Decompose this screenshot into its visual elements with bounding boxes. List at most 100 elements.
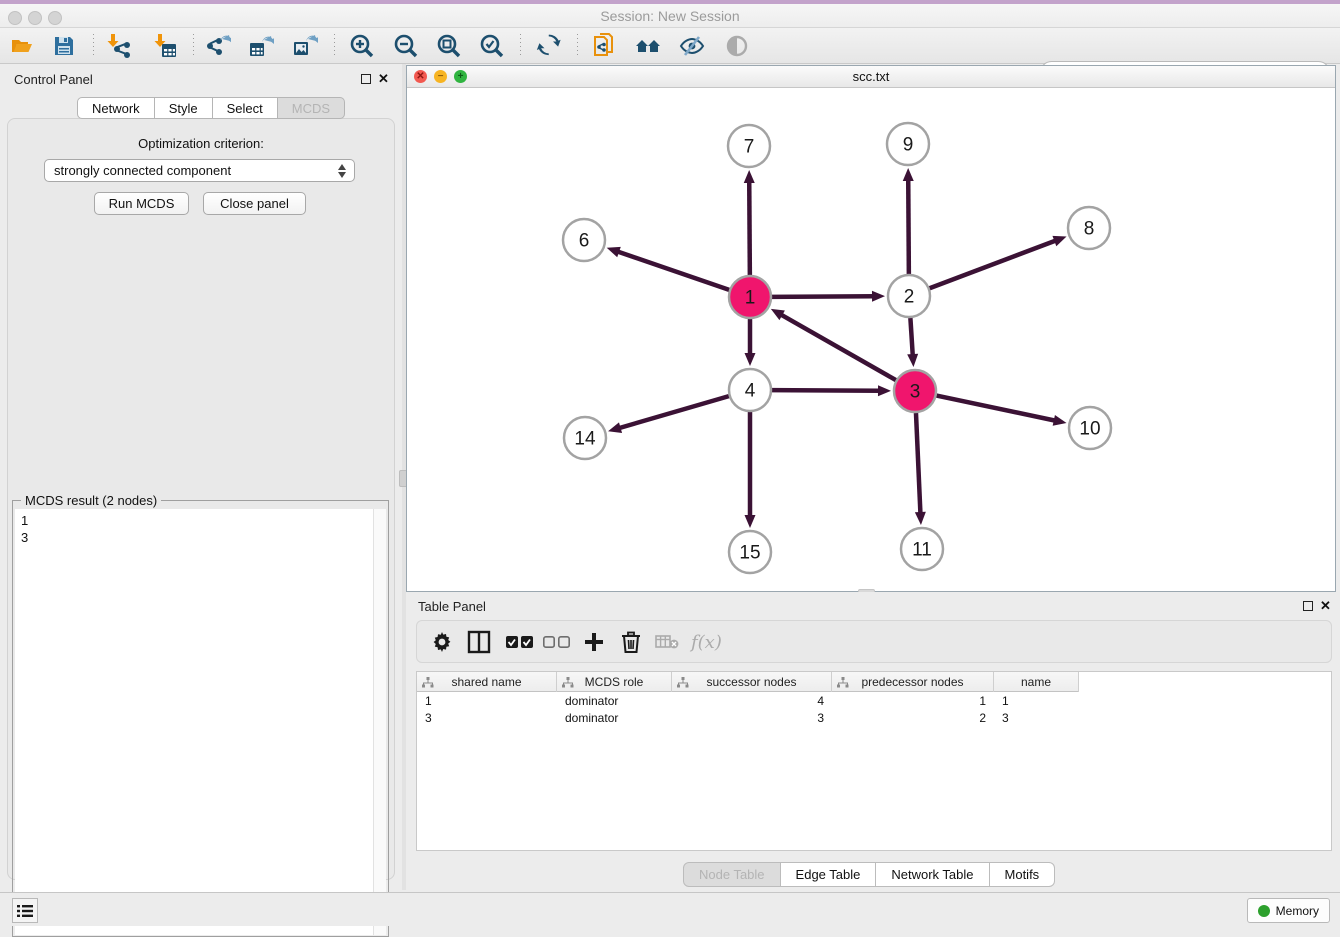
dropdown-value: strongly connected component xyxy=(54,163,231,178)
zoom-out-icon[interactable] xyxy=(393,33,419,59)
split-columns-icon[interactable] xyxy=(467,629,491,655)
table-cell[interactable]: 3 xyxy=(672,710,832,727)
graph-edge-2-3[interactable] xyxy=(910,318,912,356)
tab-edge-table[interactable]: Edge Table xyxy=(781,862,877,887)
tab-network-table[interactable]: Network Table xyxy=(876,862,989,887)
graph-node-4[interactable]: 4 xyxy=(729,369,771,411)
close-panel-button[interactable]: Close panel xyxy=(203,192,306,215)
save-session-icon[interactable] xyxy=(51,33,77,59)
graph-edge-4-14[interactable] xyxy=(619,396,729,428)
add-column-icon[interactable] xyxy=(583,629,605,655)
import-network-icon[interactable] xyxy=(105,33,131,59)
graph-edge-arrowhead xyxy=(1052,236,1066,246)
graph-node-3[interactable]: 3 xyxy=(894,370,936,412)
svg-text:9: 9 xyxy=(903,135,914,156)
node-table[interactable]: shared nameMCDS rolesuccessor nodesprede… xyxy=(416,671,1332,851)
table-cell[interactable]: 2 xyxy=(832,710,994,727)
graph-node-2[interactable]: 2 xyxy=(888,275,930,317)
graph-edge-3-11[interactable] xyxy=(916,413,920,514)
mcds-result-text[interactable]: 1 3 xyxy=(15,509,375,935)
graph-edge-4-3[interactable] xyxy=(772,390,880,391)
table-cell[interactable]: 1 xyxy=(994,693,1079,710)
graph-node-8[interactable]: 8 xyxy=(1068,207,1110,249)
status-bar: Memory xyxy=(0,892,1340,926)
graph-node-10[interactable]: 10 xyxy=(1069,407,1111,449)
table-row[interactable]: 3dominator323 xyxy=(417,710,1079,727)
graph-edge-3-1[interactable] xyxy=(780,314,895,380)
clone-network-icon[interactable] xyxy=(591,33,617,59)
select-all-icon[interactable] xyxy=(505,629,535,655)
graph-node-14[interactable]: 14 xyxy=(564,417,606,459)
table-row[interactable]: 1dominator411 xyxy=(417,693,1079,710)
export-network-icon[interactable] xyxy=(205,33,231,59)
graph-node-7[interactable]: 7 xyxy=(728,125,770,167)
close-panel-icon[interactable]: ✕ xyxy=(378,73,389,85)
table-panel: Table Panel ✕ xyxy=(406,592,1340,890)
table-cell[interactable]: 1 xyxy=(832,693,994,710)
network-close-button[interactable]: ✕ xyxy=(414,70,427,83)
float-panel-icon[interactable] xyxy=(361,74,371,84)
delete-column-icon[interactable] xyxy=(620,629,642,655)
graph-edge-arrowhead xyxy=(915,512,926,525)
first-neighbors-icon[interactable] xyxy=(635,33,661,59)
graph-node-15[interactable]: 15 xyxy=(729,531,771,573)
gear-icon[interactable] xyxy=(431,629,453,655)
graph-edge-3-10[interactable] xyxy=(937,396,1056,421)
column-header-predecessor-nodes[interactable]: predecessor nodes xyxy=(832,672,994,692)
graph-edge-1-7[interactable] xyxy=(749,181,750,275)
graph-node-6[interactable]: 6 xyxy=(563,219,605,261)
column-header-name[interactable]: name xyxy=(994,672,1079,692)
column-header-shared-name[interactable]: shared name xyxy=(417,672,557,692)
svg-text:4: 4 xyxy=(745,381,756,402)
deselect-all-icon[interactable] xyxy=(542,629,572,655)
graph-node-9[interactable]: 9 xyxy=(887,123,929,165)
toolbar-separator xyxy=(193,34,194,58)
tab-style[interactable]: Style xyxy=(155,97,213,119)
tab-node-table[interactable]: Node Table xyxy=(683,862,781,887)
delete-table-icon[interactable] xyxy=(655,629,679,655)
memory-button[interactable]: Memory xyxy=(1247,898,1330,923)
task-history-button[interactable] xyxy=(12,898,38,923)
run-mcds-button[interactable]: Run MCDS xyxy=(94,192,189,215)
table-cell[interactable]: dominator xyxy=(557,710,672,727)
graph-node-1[interactable]: 1 xyxy=(729,276,771,318)
network-minimize-button[interactable]: − xyxy=(434,70,447,83)
column-header-MCDS-role[interactable]: MCDS role xyxy=(557,672,672,692)
network-canvas[interactable]: 1 2 3 4 6 7 8 9 10 11 14 15 xyxy=(407,88,1335,591)
network-graph[interactable]: 1 2 3 4 6 7 8 9 10 11 14 15 xyxy=(407,88,1335,591)
table-close-icon[interactable]: ✕ xyxy=(1320,600,1331,612)
import-table-icon[interactable] xyxy=(152,33,178,59)
graph-node-11[interactable]: 11 xyxy=(901,528,943,570)
export-image-icon[interactable] xyxy=(292,33,318,59)
table-cell[interactable]: 1 xyxy=(417,693,557,710)
export-table-icon[interactable] xyxy=(248,33,274,59)
table-cell[interactable]: 4 xyxy=(672,693,832,710)
zoom-fit-icon[interactable] xyxy=(436,33,462,59)
mcds-result-scrollbar[interactable] xyxy=(373,509,386,935)
tab-motifs[interactable]: Motifs xyxy=(990,862,1056,887)
optimization-criterion-dropdown[interactable]: strongly connected component xyxy=(44,159,355,182)
table-cell[interactable]: 3 xyxy=(994,710,1079,727)
tab-mcds[interactable]: MCDS xyxy=(278,97,345,119)
table-float-icon[interactable] xyxy=(1303,601,1313,611)
graph-edge-1-2[interactable] xyxy=(772,296,874,297)
network-maximize-button[interactable]: + xyxy=(454,70,467,83)
dropdown-stepper-icon xyxy=(338,163,347,179)
show-all-icon[interactable] xyxy=(724,33,750,59)
tab-select[interactable]: Select xyxy=(213,97,278,119)
graph-edge-1-6[interactable] xyxy=(617,251,729,289)
graph-edge-2-9[interactable] xyxy=(908,179,909,274)
function-builder-icon[interactable]: f(x) xyxy=(691,629,722,655)
table-cell[interactable]: dominator xyxy=(557,693,672,710)
open-file-icon[interactable] xyxy=(9,33,35,59)
tab-network[interactable]: Network xyxy=(77,97,155,119)
svg-text:8: 8 xyxy=(1084,219,1095,240)
graph-edge-2-8[interactable] xyxy=(930,240,1057,288)
zoom-selected-icon[interactable] xyxy=(479,33,505,59)
zoom-in-icon[interactable] xyxy=(349,33,375,59)
application-window: Session: New Session xyxy=(0,0,1340,926)
hide-selected-icon[interactable] xyxy=(679,33,705,59)
column-header-successor-nodes[interactable]: successor nodes xyxy=(672,672,832,692)
table-cell[interactable]: 3 xyxy=(417,710,557,727)
apply-layout-icon[interactable] xyxy=(536,33,562,59)
